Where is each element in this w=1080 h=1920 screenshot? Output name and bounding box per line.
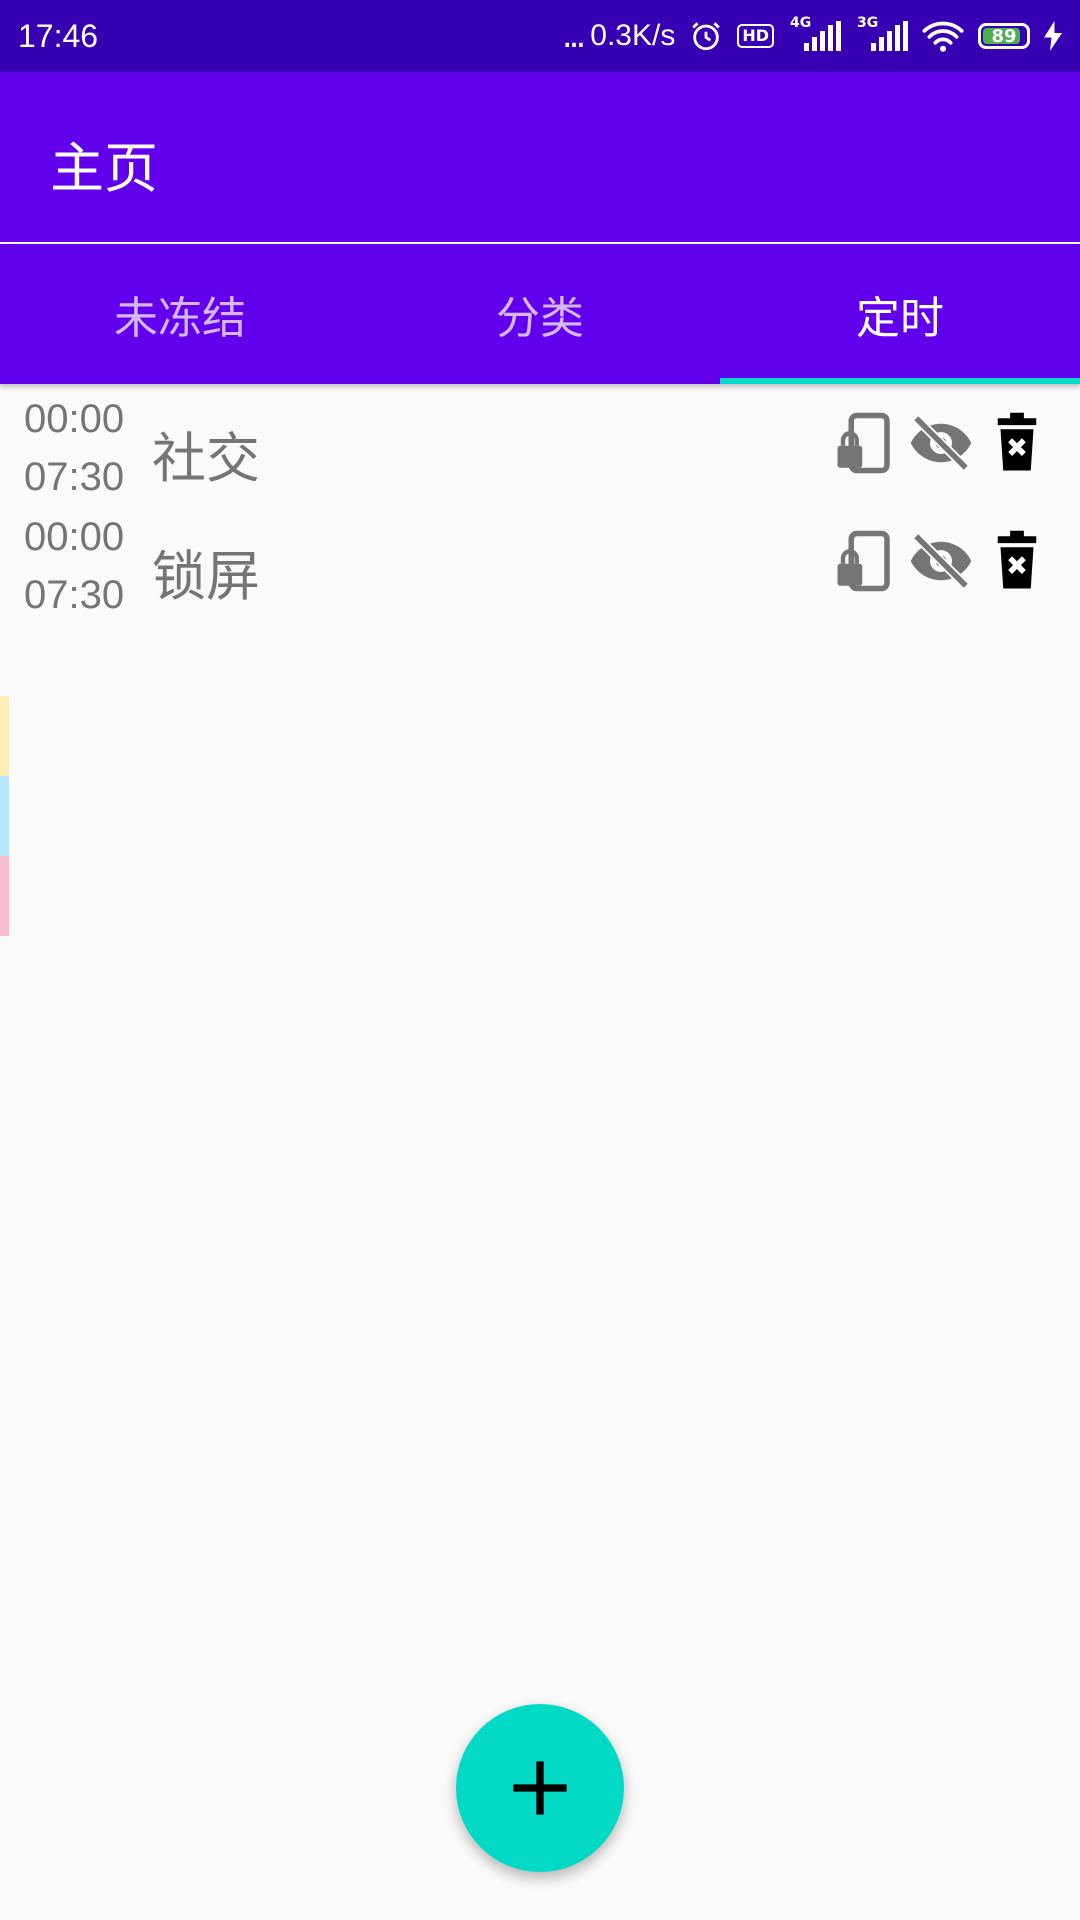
start-time: 00:00 (24, 515, 125, 559)
battery-level: 89 (991, 25, 1017, 47)
time-range: 00:00 07:30 (24, 390, 144, 506)
eye-off-icon[interactable] (908, 410, 974, 476)
network-type-label: 4G (790, 15, 812, 31)
wifi-icon (922, 21, 964, 52)
more-notifications-icon: ... (561, 16, 587, 56)
plus-icon (513, 1761, 567, 1815)
start-time: 00:00 (24, 397, 125, 441)
page-title: 主页 (50, 137, 158, 200)
signal-3g-icon: 3G (855, 15, 908, 51)
alarm-icon (692, 22, 721, 51)
delete-icon[interactable] (984, 528, 1050, 594)
delete-icon[interactable] (984, 410, 1050, 476)
schedule-list: 00:00 07:30 社交 00:00 07:30 锁屏 (0, 384, 1080, 620)
network-speed: 0.3K/s (590, 19, 676, 52)
list-item[interactable]: 00:00 07:30 锁屏 (0, 502, 1080, 620)
hd-badge: HD (737, 24, 774, 48)
add-schedule-button[interactable] (456, 1704, 624, 1872)
tab-unfrozen[interactable]: 未冻结 (0, 244, 360, 384)
battery-icon: 89 (978, 23, 1030, 49)
eye-off-icon[interactable] (908, 528, 974, 594)
signal-4g-icon: 4G (788, 15, 841, 51)
tab-bar: 未冻结 分类 定时 (0, 244, 1080, 384)
charging-icon (1044, 21, 1062, 51)
end-time: 07:30 (24, 573, 125, 617)
network-type-label: 3G (857, 15, 879, 31)
end-time: 07:30 (24, 455, 125, 499)
time-range: 00:00 07:30 (24, 508, 144, 624)
row-actions (832, 410, 1050, 476)
tab-scheduled-label: 定时 (856, 293, 944, 344)
edge-strip (0, 696, 9, 776)
schedule-name: 社交 (152, 427, 260, 490)
phone-lock-icon[interactable] (832, 528, 898, 594)
row-actions (832, 528, 1050, 594)
edge-strip (0, 856, 9, 936)
status-time: 17:46 (18, 17, 99, 54)
list-item[interactable]: 00:00 07:30 社交 (0, 384, 1080, 502)
status-bar: 17:46 ... 0.3K/s HD 4G 3G 89 (0, 0, 1080, 72)
edge-strip (0, 776, 9, 856)
tab-scheduled[interactable]: 定时 (720, 244, 1080, 384)
status-icons: ... 0.3K/s HD 4G 3G 89 (561, 15, 1062, 56)
app-bar: 主页 (0, 72, 1080, 242)
phone-lock-icon[interactable] (832, 410, 898, 476)
tab-categories[interactable]: 分类 (360, 244, 720, 384)
schedule-name: 锁屏 (152, 545, 260, 608)
